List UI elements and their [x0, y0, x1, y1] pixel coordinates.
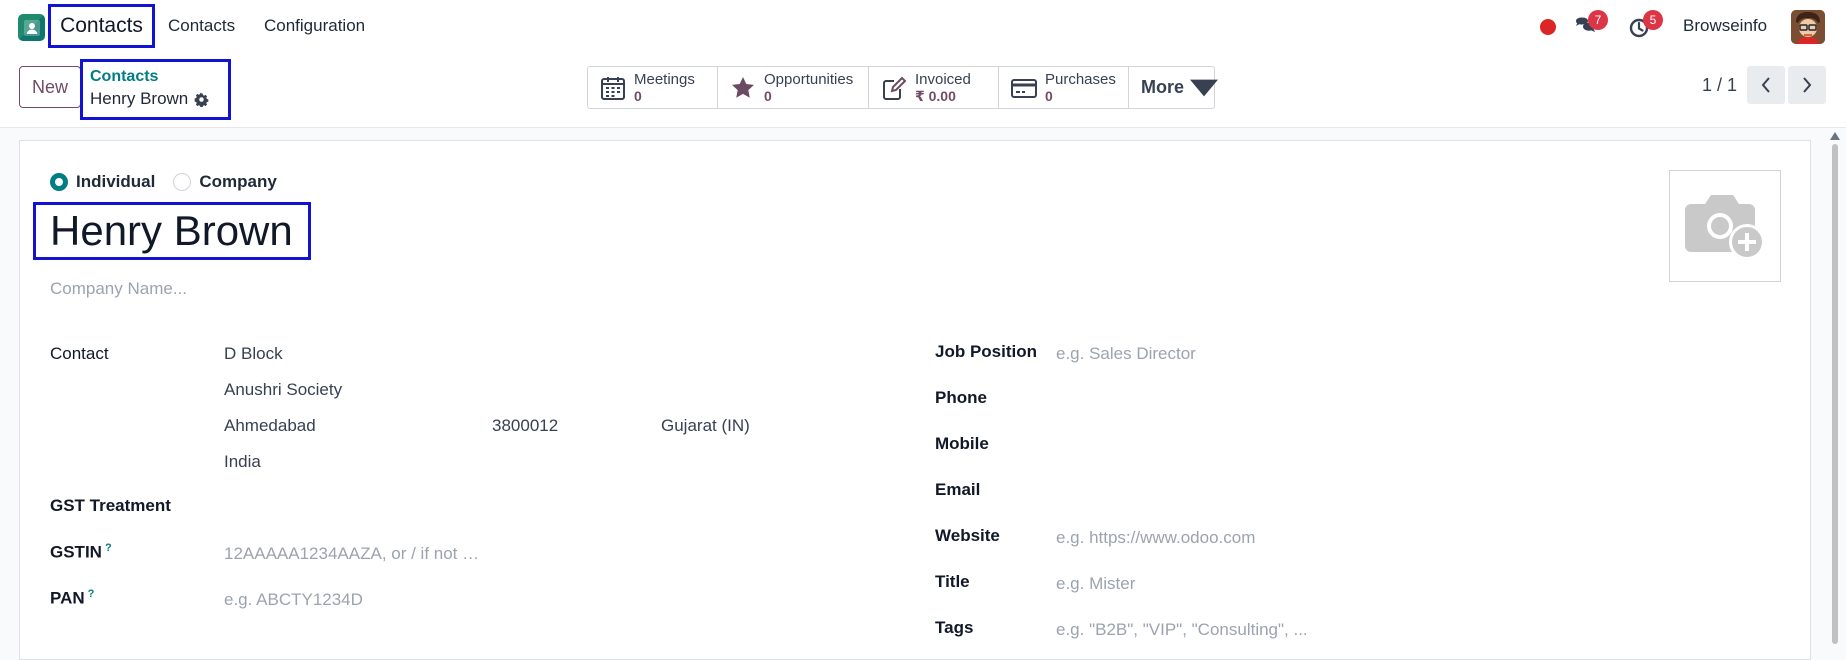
title-label: Title — [935, 572, 970, 591]
avatar-icon — [1791, 10, 1825, 44]
email-label: Email — [935, 480, 981, 499]
chevron-left-icon — [1761, 77, 1770, 93]
purchases-label: Purchases — [1045, 70, 1116, 88]
app-name[interactable]: Contacts — [48, 4, 155, 48]
breadcrumb-current-label: Henry Brown — [90, 89, 189, 108]
gstin-input[interactable]: 12AAAAA1234AAZA, or / if not … — [224, 544, 479, 564]
gstin-label-text: GSTIN — [50, 542, 102, 562]
purchases-button[interactable]: Purchases 0 — [999, 67, 1129, 108]
chevron-right-icon — [1803, 77, 1812, 93]
scroll-up-icon[interactable] — [1830, 132, 1840, 140]
pager-value[interactable]: 1 / 1 — [1702, 75, 1737, 96]
gstin-label: GSTIN? — [50, 542, 112, 563]
breadcrumb-parent-link[interactable]: Contacts — [90, 68, 221, 86]
menu-configuration[interactable]: Configuration — [264, 16, 365, 36]
record-status-icon[interactable] — [1540, 19, 1556, 35]
more-dropdown[interactable]: More — [1129, 67, 1219, 108]
person-icon — [23, 19, 40, 36]
edit-invoice-icon — [883, 76, 907, 100]
title-input[interactable]: e.g. Mister — [1056, 574, 1135, 594]
individual-label[interactable]: Individual — [76, 172, 155, 192]
caret-down-icon — [1190, 79, 1219, 96]
vertical-scrollbar[interactable] — [1830, 132, 1840, 645]
activities-count-badge: 5 — [1643, 10, 1663, 30]
star-icon — [732, 76, 754, 98]
city-field[interactable]: Ahmedabad — [224, 416, 316, 436]
top-navbar: Contacts Contacts Configuration 7 5 Brow… — [0, 0, 1846, 54]
tags-label: Tags — [935, 618, 974, 637]
contact-name-field[interactable]: Henry Brown — [33, 202, 311, 260]
company-name-input[interactable]: Company Name... — [50, 279, 187, 299]
opportunities-value: 0 — [764, 87, 772, 104]
pan-label-text: PAN — [50, 588, 85, 608]
company-radio[interactable] — [173, 173, 192, 191]
photo-upload[interactable] — [1669, 170, 1781, 282]
zip-field[interactable]: 3800012 — [492, 416, 558, 436]
individual-radio[interactable] — [50, 173, 68, 191]
job-position-label: Job Position — [935, 342, 1037, 361]
gear-icon[interactable] — [194, 92, 209, 107]
state-field[interactable]: Gujarat (IN) — [661, 416, 750, 436]
meetings-button[interactable]: Meetings 0 — [588, 67, 718, 108]
street-field[interactable]: D Block — [224, 344, 283, 364]
control-panel: New Contacts Henry Brown Meetings 0 Oppo… — [0, 54, 1846, 128]
pager-previous-button[interactable] — [1747, 66, 1785, 104]
tags-input[interactable]: e.g. "B2B", "VIP", "Consulting", ... — [1056, 620, 1308, 640]
contacts-app-icon[interactable] — [18, 14, 45, 41]
more-label: More — [1141, 77, 1185, 97]
credit-card-icon — [1011, 78, 1037, 98]
messages-count-badge: 7 — [1588, 10, 1608, 30]
street2-field[interactable]: Anushri Society — [224, 380, 342, 400]
company-type-radio-group: Individual Company — [50, 172, 287, 192]
pager-next-button[interactable] — [1788, 66, 1826, 104]
company-label[interactable]: Company — [199, 172, 276, 192]
opportunities-button[interactable]: Opportunities 0 — [718, 67, 869, 108]
smart-buttons-bar: Meetings 0 Opportunities 0 Invoiced ₹ 0.… — [587, 66, 1219, 109]
user-name[interactable]: Browseinfo — [1683, 16, 1767, 36]
country-field[interactable]: India — [224, 452, 261, 472]
meetings-label: Meetings — [634, 70, 695, 88]
phone-label: Phone — [935, 388, 987, 407]
website-label: Website — [935, 526, 1000, 545]
job-position-input[interactable]: e.g. Sales Director — [1056, 344, 1196, 364]
breadcrumb: Contacts Henry Brown — [80, 59, 231, 120]
opportunities-label: Opportunities — [764, 70, 854, 88]
meetings-value: 0 — [634, 87, 642, 104]
pan-label: PAN? — [50, 588, 94, 609]
invoiced-button[interactable]: Invoiced ₹ 0.00 — [869, 67, 999, 108]
scroll-thumb[interactable] — [1832, 144, 1838, 644]
mobile-label: Mobile — [935, 434, 989, 453]
contact-label: Contact — [50, 344, 109, 363]
gst-treatment-label: GST Treatment — [50, 496, 171, 515]
invoiced-label: Invoiced — [915, 70, 971, 88]
new-button[interactable]: New — [19, 66, 81, 108]
purchases-value: 0 — [1045, 87, 1053, 104]
calendar-icon — [601, 76, 625, 100]
menu-contacts[interactable]: Contacts — [168, 16, 235, 36]
invoiced-value: ₹ 0.00 — [915, 87, 956, 104]
breadcrumb-current: Henry Brown — [90, 89, 221, 109]
camera-add-icon — [1685, 195, 1765, 260]
website-input[interactable]: e.g. https://www.odoo.com — [1056, 528, 1255, 548]
user-avatar[interactable] — [1791, 10, 1825, 44]
gstin-help-icon[interactable]: ? — [105, 542, 112, 554]
pan-input[interactable]: e.g. ABCTY1234D — [224, 590, 363, 610]
pan-help-icon[interactable]: ? — [88, 588, 95, 600]
